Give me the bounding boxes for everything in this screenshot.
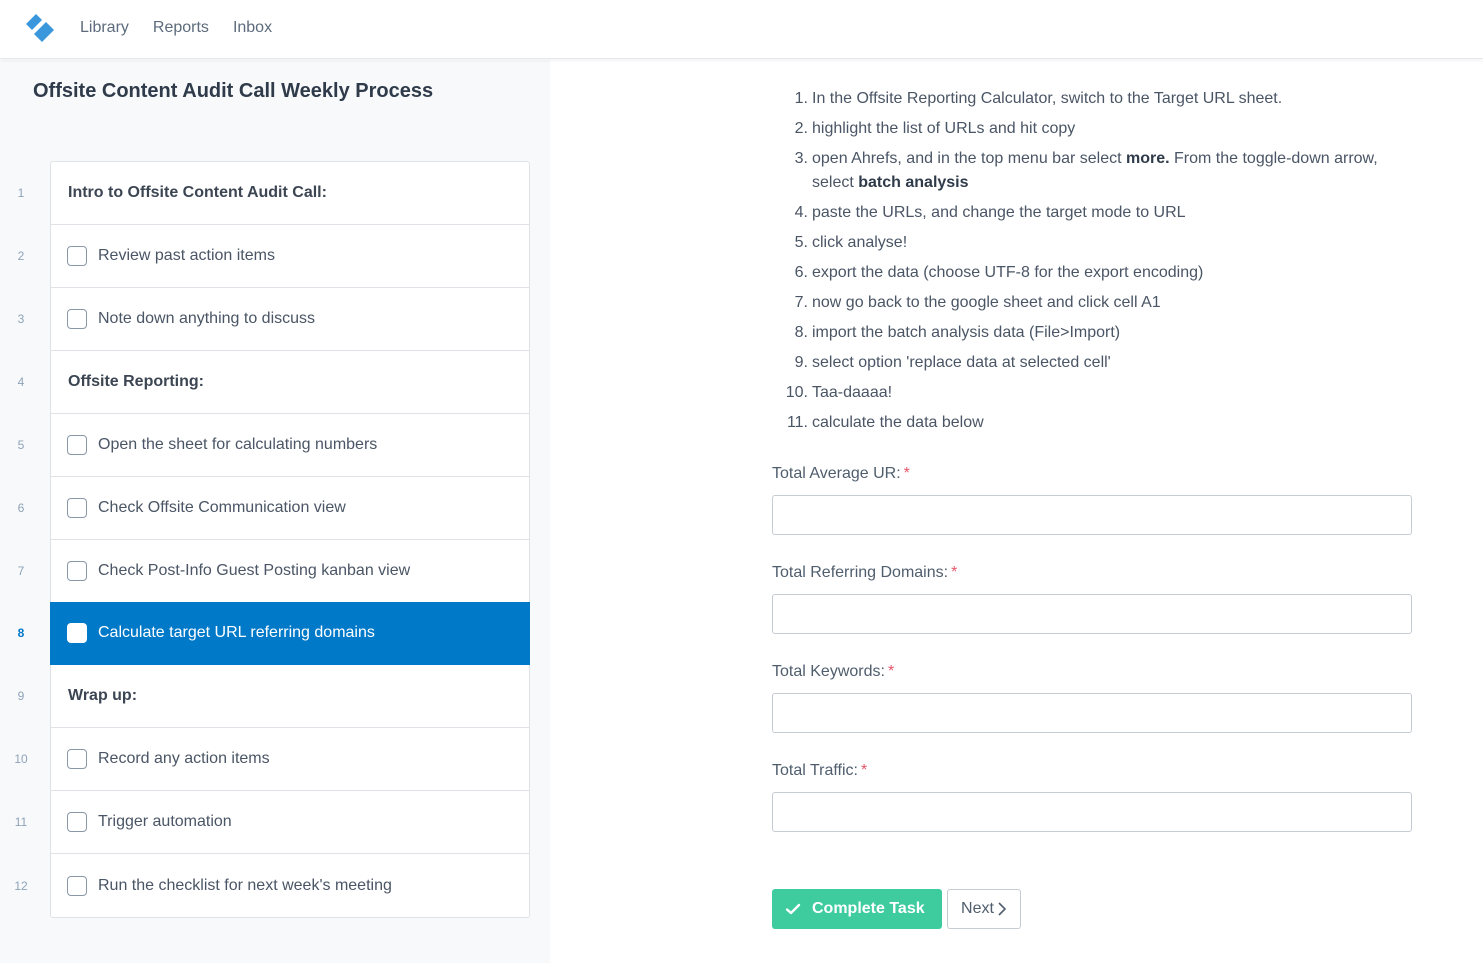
- task-label: Offsite Reporting:: [68, 373, 204, 390]
- task-checkbox[interactable]: [67, 749, 87, 769]
- checklist-sidebar: Offsite Content Audit Call Weekly Proces…: [0, 60, 550, 963]
- complete-task-label: Complete Task: [812, 900, 925, 917]
- total-traffic-input[interactable]: [772, 792, 1412, 832]
- step-item: 8. import the batch analysis data (File>I…: [794, 324, 1121, 341]
- total-average-ur-input[interactable]: [772, 495, 1412, 535]
- task-list: 1 Intro to Offsite Content Audit Call: 2…: [14, 161, 530, 918]
- task-label: Run the checklist for next week's meetin…: [98, 876, 392, 894]
- task-number: 5: [17, 438, 25, 452]
- top-navigation-bar: Library Reports Inbox: [0, 0, 1483, 59]
- field-label: Total Average UR: *: [772, 465, 910, 482]
- task-label: Record any action items: [98, 750, 270, 767]
- checkmark-icon: [785, 903, 801, 915]
- task-heading[interactable]: 4 Offsite Reporting:: [18, 351, 529, 414]
- task-checkbox[interactable]: [67, 309, 87, 329]
- required-marker: *: [887, 663, 895, 680]
- step-item: 11. calculate the data below: [786, 414, 984, 431]
- step-item: 6. export the data (choose UTF-8 for the …: [794, 264, 1204, 281]
- task-label: Wrap up:: [68, 687, 138, 704]
- task-label: Calculate target URL referring domains: [98, 624, 375, 641]
- task-heading[interactable]: 1 Intro to Offsite Content Audit Call:: [18, 162, 529, 225]
- task-detail-panel: 1. In the Offsite Reporting Calculator, s…: [550, 60, 1483, 963]
- task-number: 4: [17, 375, 25, 389]
- task-label: Check Offsite Communication view: [98, 499, 346, 516]
- nav-reports[interactable]: Reports: [153, 18, 209, 38]
- field-label: Total Keywords: *: [772, 663, 895, 680]
- task-item[interactable]: 6 Check Offsite Communication view: [18, 477, 529, 540]
- task-number: 10: [14, 752, 28, 766]
- task-checkbox[interactable]: [67, 623, 87, 643]
- task-item[interactable]: 2 Review past action items: [18, 225, 529, 288]
- required-marker: *: [903, 465, 910, 482]
- task-item[interactable]: 11 Trigger automation: [15, 791, 529, 854]
- task-item[interactable]: 3 Note down anything to discuss: [18, 288, 529, 351]
- task-item[interactable]: 5 Open the sheet for calculating numbers: [18, 414, 529, 477]
- step-item: 2. highlight the list of URLs and hit cop…: [794, 120, 1076, 137]
- task-checkbox[interactable]: [67, 498, 87, 518]
- task-label: Check Post-Info Guest Posting kanban vie…: [98, 562, 411, 579]
- step-item: 3. open Ahrefs, and in the top menu bar s…: [794, 150, 1378, 191]
- task-number: 7: [17, 564, 25, 578]
- task-checkbox[interactable]: [67, 435, 87, 455]
- field-total-average-ur: Total Average UR: *: [772, 465, 1412, 535]
- task-checkbox[interactable]: [67, 246, 87, 266]
- next-button[interactable]: Next: [947, 889, 1021, 929]
- required-marker: *: [860, 762, 868, 779]
- process-title: Offsite Content Audit Call Weekly Proces…: [33, 80, 434, 102]
- nav-inbox[interactable]: Inbox: [233, 18, 272, 38]
- step-item: 10. Taa-daaaa!: [785, 384, 893, 401]
- task-number: 8: [17, 626, 25, 640]
- task-number: 12: [14, 878, 28, 893]
- total-keywords-input[interactable]: [772, 693, 1412, 733]
- task-label: Trigger automation: [98, 813, 232, 830]
- field-total-traffic: Total Traffic: *: [772, 762, 1412, 832]
- field-label: Total Traffic: *: [772, 762, 868, 779]
- chevron-right-icon: [998, 902, 1007, 916]
- task-item-active[interactable]: 8 Calculate target URL referring domains: [18, 602, 530, 665]
- nav-library[interactable]: Library: [80, 18, 129, 38]
- task-checkbox[interactable]: [67, 561, 87, 581]
- step-item: 7. now go back to the google sheet and cl…: [794, 294, 1161, 311]
- task-number: 11: [14, 815, 28, 829]
- task-label: Open the sheet for calculating numbers: [98, 436, 378, 453]
- task-number: 1: [17, 186, 25, 200]
- task-number: 3: [17, 312, 25, 326]
- task-item[interactable]: 10 Record any action items: [14, 728, 529, 791]
- task-checkbox[interactable]: [67, 812, 87, 832]
- task-label: Review past action items: [98, 247, 275, 264]
- task-label: Intro to Offsite Content Audit Call:: [68, 184, 327, 201]
- main-nav: Library Reports Inbox: [80, 18, 296, 38]
- step-item: 9. select option 'replace data at selecte…: [794, 354, 1111, 371]
- task-heading[interactable]: 9 Wrap up:: [18, 665, 529, 728]
- task-item[interactable]: 12 Run the checklist for next week's mee…: [14, 854, 529, 917]
- task-number: 6: [17, 501, 25, 515]
- next-label: Next: [961, 900, 994, 917]
- instruction-steps: 1. In the Offsite Reporting Calculator, s…: [772, 87, 1392, 441]
- field-label: Total Referring Domains: *: [772, 564, 958, 581]
- task-checkbox[interactable]: [67, 875, 87, 896]
- task-number: 2: [17, 249, 25, 263]
- total-referring-domains-input[interactable]: [772, 594, 1412, 634]
- complete-task-button[interactable]: Complete Task: [772, 889, 942, 929]
- required-marker: *: [951, 564, 958, 581]
- task-number: 9: [17, 689, 25, 703]
- step-item: 4. paste the URLs, and change the target …: [794, 204, 1186, 221]
- step-item: 5. click analyse!: [794, 234, 908, 251]
- field-total-keywords: Total Keywords: *: [772, 663, 1412, 733]
- task-item[interactable]: 7 Check Post-Info Guest Posting kanban v…: [18, 540, 529, 603]
- field-total-referring-domains: Total Referring Domains: *: [772, 564, 1412, 634]
- task-label: Note down anything to discuss: [98, 310, 316, 327]
- step-item: 1. In the Offsite Reporting Calculator, s…: [794, 90, 1283, 107]
- app-logo-icon[interactable]: [24, 12, 56, 44]
